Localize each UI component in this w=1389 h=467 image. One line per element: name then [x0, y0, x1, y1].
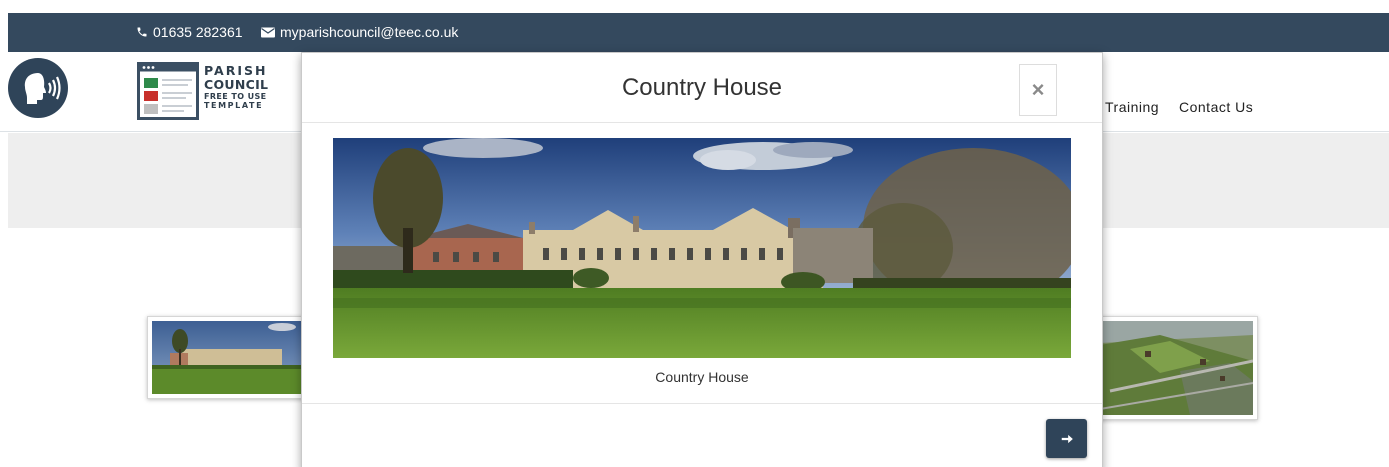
- close-button[interactable]: ×: [1019, 64, 1057, 116]
- arrow-right-icon: [1061, 434, 1073, 443]
- thumbnail-image: [152, 321, 302, 394]
- modal-header: Country House ×: [302, 53, 1102, 123]
- logo-wordmark: PARISH COUNCIL FREE TO USE TEMPLATE: [204, 63, 269, 110]
- envelope-icon: [261, 27, 275, 37]
- gallery-thumbnail-aerial-view[interactable]: [1095, 316, 1258, 420]
- nav-item-training[interactable]: Training: [1105, 99, 1159, 115]
- country-house-photo: [333, 138, 1071, 358]
- email-address: myparishcouncil@teec.co.uk: [280, 24, 459, 40]
- contact-bar: 01635 282361 myparishcouncil@teec.co.uk: [8, 13, 1389, 52]
- logo-line-2: COUNCIL: [204, 76, 269, 92]
- logo-line-3: FREE TO USE: [204, 92, 267, 101]
- modal-title: Country House: [621, 74, 783, 101]
- gallery-thumbnail-country-house[interactable]: [147, 316, 307, 399]
- site-logo[interactable]: PARISH COUNCIL FREE TO USE TEMPLATE: [137, 62, 297, 122]
- read-aloud-button[interactable]: [8, 58, 68, 118]
- logo-line-1: PARISH: [204, 63, 268, 78]
- modal-footer: [302, 403, 1102, 404]
- nav-item-contact-us[interactable]: Contact Us: [1179, 99, 1253, 115]
- speaking-head-icon: [24, 73, 61, 104]
- close-icon: ×: [1031, 77, 1045, 102]
- image-modal: Country House × Country House: [301, 52, 1103, 467]
- thumbnail-image: [1100, 321, 1253, 415]
- image-caption: Country House: [655, 369, 749, 385]
- browser-window-icon: [137, 62, 199, 120]
- page: 01635 282361 myparishcouncil@teec.co.uk: [0, 0, 1389, 467]
- phone-icon: [137, 27, 147, 37]
- phone-link[interactable]: 01635 282361: [136, 24, 243, 40]
- email-link[interactable]: myparishcouncil@teec.co.uk: [261, 24, 458, 40]
- phone-number: 01635 282361: [153, 24, 243, 40]
- modal-photo: [333, 138, 1071, 358]
- next-image-button[interactable]: [1046, 419, 1087, 458]
- logo-line-4: TEMPLATE: [204, 101, 264, 110]
